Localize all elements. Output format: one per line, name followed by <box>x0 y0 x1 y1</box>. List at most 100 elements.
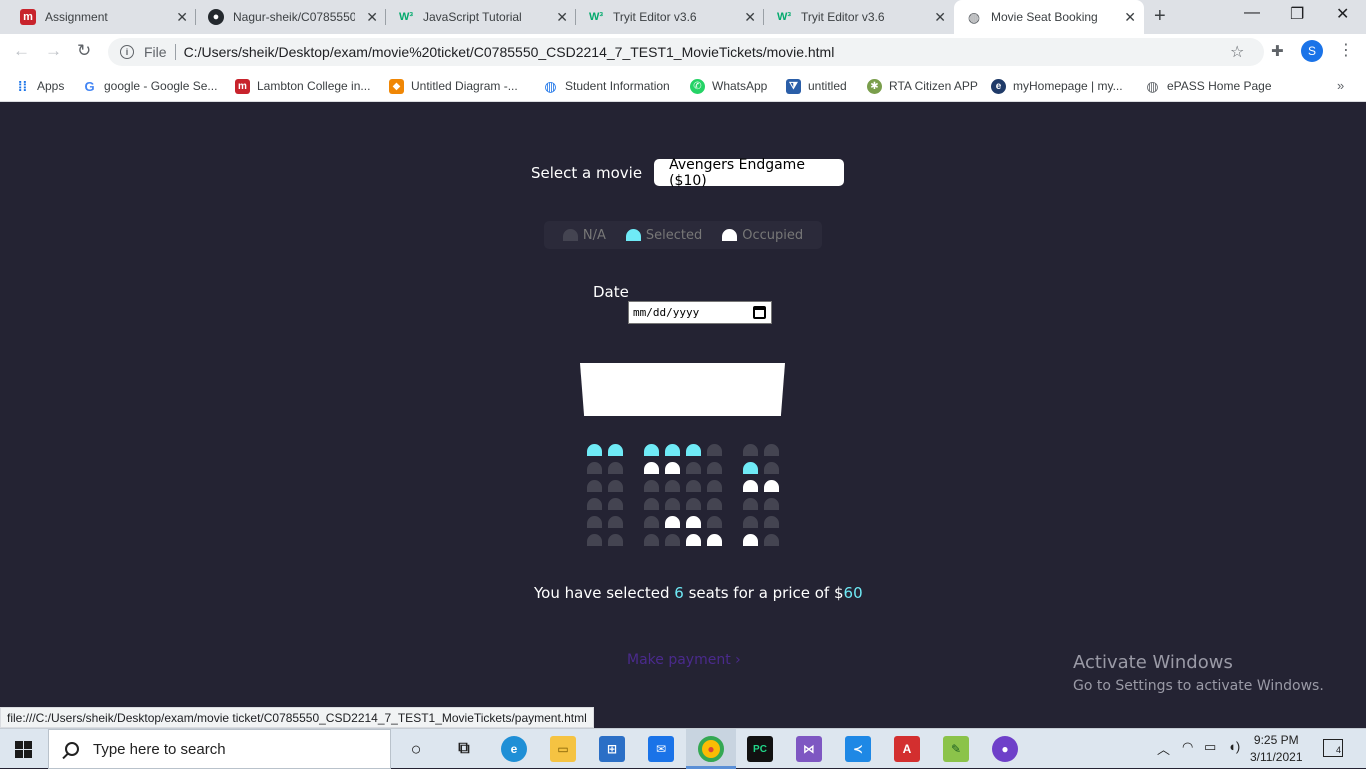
seat[interactable] <box>608 444 623 456</box>
seat[interactable] <box>608 480 623 492</box>
seat[interactable] <box>587 498 602 510</box>
seat[interactable] <box>743 462 758 474</box>
seat[interactable] <box>743 498 758 510</box>
seat[interactable] <box>686 498 701 510</box>
url-text[interactable]: C:/Users/sheik/Desktop/exam/movie%20tick… <box>184 44 835 60</box>
windows-start-icon[interactable] <box>15 741 32 758</box>
tab-github[interactable]: ● Nagur-sheik/C0785550 ✕ <box>196 0 386 34</box>
seat[interactable] <box>743 516 758 528</box>
seat[interactable] <box>686 480 701 492</box>
reload-button[interactable]: ↻ <box>77 41 91 61</box>
seat[interactable] <box>686 444 701 456</box>
notification-center-icon[interactable]: 4 <box>1323 739 1343 757</box>
close-icon[interactable]: ✕ <box>1124 9 1136 26</box>
info-icon[interactable]: i <box>120 45 134 59</box>
seat[interactable] <box>665 480 680 492</box>
tab-tryit-2[interactable]: W³ Tryit Editor v3.6 ✕ <box>764 0 954 34</box>
make-payment-link[interactable]: Make payment › <box>627 652 741 668</box>
store-icon[interactable]: ⊞ <box>599 736 625 762</box>
bookmark-star-icon[interactable]: ☆ <box>1230 42 1244 62</box>
pycharm-icon[interactable]: PC <box>747 736 773 762</box>
seat[interactable] <box>644 480 659 492</box>
notepad-plus-icon[interactable]: ✎ <box>943 736 969 762</box>
seat[interactable] <box>644 498 659 510</box>
seat[interactable] <box>686 462 701 474</box>
seat[interactable] <box>608 498 623 510</box>
mail-icon[interactable]: ✉ <box>648 736 674 762</box>
acrobat-icon[interactable]: A <box>894 736 920 762</box>
seat[interactable] <box>644 534 659 546</box>
seat[interactable] <box>608 516 623 528</box>
chrome-icon[interactable]: ● <box>698 736 724 762</box>
taskbar-search[interactable]: Type here to search <box>48 729 391 769</box>
task-view-icon[interactable]: ⧉ <box>451 736 477 762</box>
close-icon[interactable]: ✕ <box>176 9 188 26</box>
seat[interactable] <box>707 480 722 492</box>
seat[interactable] <box>587 534 602 546</box>
seat[interactable] <box>608 462 623 474</box>
close-icon[interactable]: ✕ <box>934 9 946 26</box>
seat[interactable] <box>707 444 722 456</box>
restore-button[interactable]: ❐ <box>1290 4 1304 24</box>
bookmark-untitled[interactable]: ⧩ untitled <box>786 76 847 96</box>
wifi-icon[interactable]: ◠ <box>1182 739 1193 755</box>
address-bar[interactable]: i File C:/Users/sheik/Desktop/exam/movie… <box>108 38 1264 66</box>
bookmark-epass[interactable]: ◍ ePASS Home Page <box>1145 76 1271 96</box>
close-icon[interactable]: ✕ <box>556 9 568 26</box>
bookmark-whatsapp[interactable]: ✆ WhatsApp <box>690 76 767 96</box>
seat[interactable] <box>764 516 779 528</box>
seat[interactable] <box>665 444 680 456</box>
profile-avatar[interactable]: S <box>1301 40 1323 62</box>
seat[interactable] <box>608 534 623 546</box>
vscode-icon[interactable]: ≺ <box>845 736 871 762</box>
bookmark-apps[interactable]: ⁞⁞ Apps <box>15 76 65 96</box>
tab-movie-seat-booking[interactable]: ◍ Movie Seat Booking ✕ <box>954 0 1144 34</box>
new-tab-button[interactable]: + <box>1154 5 1166 28</box>
bookmark-myhomepage[interactable]: e myHomepage | my... <box>991 76 1123 96</box>
system-clock[interactable]: 9:25 PM 3/11/2021 <box>1250 732 1303 766</box>
seat[interactable] <box>644 516 659 528</box>
calendar-icon[interactable] <box>753 306 766 319</box>
seat[interactable] <box>644 444 659 456</box>
bookmark-lambton[interactable]: m Lambton College in... <box>235 76 370 96</box>
back-button[interactable]: ← <box>13 41 30 61</box>
seat[interactable] <box>764 462 779 474</box>
tab-tryit-1[interactable]: W³ Tryit Editor v3.6 ✕ <box>576 0 764 34</box>
seat[interactable] <box>665 498 680 510</box>
bookmarks-overflow-icon[interactable]: » <box>1337 78 1344 93</box>
seat[interactable] <box>707 498 722 510</box>
seat[interactable] <box>764 444 779 456</box>
github-desktop-icon[interactable]: ● <box>992 736 1018 762</box>
movie-select[interactable]: Avengers Endgame ($10) <box>654 157 845 189</box>
bookmark-student-info[interactable]: ◍ Student Information <box>543 76 669 96</box>
tab-assignment[interactable]: m Assignment ✕ <box>8 0 196 34</box>
bookmark-rta[interactable]: ✱ RTA Citizen APP <box>867 76 978 96</box>
seat[interactable] <box>587 462 602 474</box>
seat[interactable] <box>707 516 722 528</box>
seat[interactable] <box>665 534 680 546</box>
close-icon[interactable]: ✕ <box>366 9 378 26</box>
seat[interactable] <box>587 516 602 528</box>
file-explorer-icon[interactable]: ▭ <box>550 736 576 762</box>
close-window-button[interactable]: ✕ <box>1336 4 1349 24</box>
seat[interactable] <box>743 444 758 456</box>
tray-overflow-icon[interactable]: ︿ <box>1157 739 1170 758</box>
bookmark-drawio[interactable]: ◆ Untitled Diagram -... <box>389 76 518 96</box>
menu-icon[interactable]: ⋮ <box>1338 40 1354 60</box>
extensions-icon[interactable]: ✚ <box>1271 42 1284 60</box>
forward-button[interactable]: → <box>45 41 62 61</box>
close-icon[interactable]: ✕ <box>744 9 756 26</box>
battery-icon[interactable]: ▭ <box>1204 739 1216 755</box>
seat[interactable] <box>707 462 722 474</box>
volume-icon[interactable]: ◖) <box>1228 739 1240 754</box>
bookmark-google[interactable]: G google - Google Se... <box>82 76 217 96</box>
date-input[interactable]: mm/dd/yyyy <box>628 301 772 324</box>
edge-icon[interactable]: e <box>501 736 527 762</box>
visual-studio-icon[interactable]: ⋈ <box>796 736 822 762</box>
seat[interactable] <box>764 498 779 510</box>
minimize-button[interactable]: — <box>1244 4 1260 22</box>
cortana-icon[interactable]: ○ <box>403 736 429 762</box>
seat[interactable] <box>587 480 602 492</box>
seat[interactable] <box>764 534 779 546</box>
tab-js-tutorial[interactable]: W³ JavaScript Tutorial ✕ <box>386 0 576 34</box>
